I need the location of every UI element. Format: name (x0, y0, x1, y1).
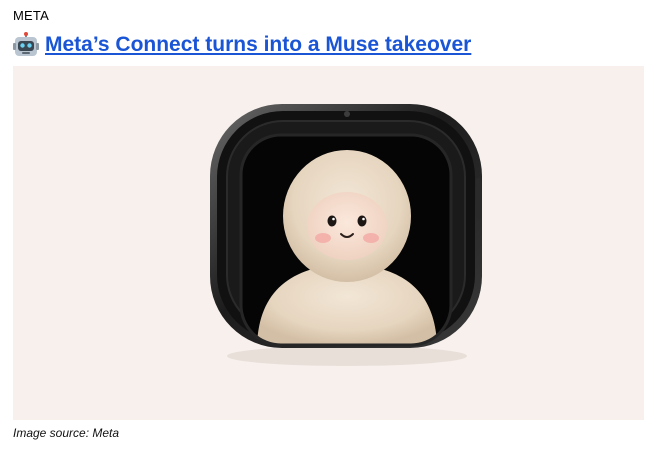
device-with-plush-character-icon (210, 104, 482, 366)
robot-face-icon (13, 32, 39, 56)
headline-link[interactable]: Meta’s Connect turns into a Muse takeove… (45, 33, 471, 57)
hero-image (13, 66, 644, 420)
image-caption: Image source: Meta (13, 426, 120, 440)
headline: Meta’s Connect turns into a Muse takeove… (13, 32, 471, 58)
section-label: META (13, 8, 49, 23)
